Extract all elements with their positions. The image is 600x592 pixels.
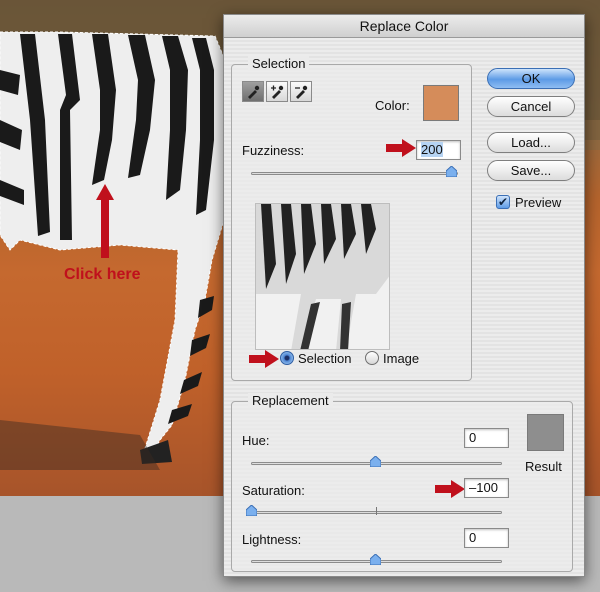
fuzziness-value: 200 bbox=[421, 142, 443, 157]
cancel-button[interactable]: Cancel bbox=[487, 96, 575, 117]
dialog-title: Replace Color bbox=[359, 18, 449, 34]
color-label: Color: bbox=[375, 98, 410, 113]
saturation-slider-thumb[interactable] bbox=[246, 505, 257, 516]
fuzziness-slider-thumb[interactable] bbox=[446, 166, 457, 177]
hue-label: Hue: bbox=[242, 433, 270, 448]
replace-color-dialog: Replace Color Selection Color: Fuzziness… bbox=[223, 14, 585, 577]
result-color-swatch bbox=[527, 414, 564, 451]
eyedropper-minus-icon[interactable] bbox=[290, 81, 312, 102]
annotation-click-here: Click here bbox=[64, 266, 141, 283]
preview-mask-illustration bbox=[256, 204, 389, 349]
saturation-label: Saturation: bbox=[242, 483, 305, 498]
dialog-content: Selection Color: Fuzziness: 200 Selectio… bbox=[224, 38, 584, 576]
arrow-annotation-icon bbox=[435, 480, 465, 498]
lightness-input[interactable]: 0 bbox=[464, 528, 509, 548]
preview-label: Preview bbox=[515, 195, 562, 210]
arrow-annotation-icon bbox=[249, 350, 279, 368]
saturation-slider-center-tick bbox=[376, 507, 377, 515]
replacement-group-title: Replacement bbox=[248, 393, 333, 408]
arrow-annotation-icon bbox=[386, 139, 416, 157]
eyedropper-plus-icon[interactable] bbox=[266, 81, 288, 102]
preview-checkbox[interactable]: ✔ bbox=[496, 195, 510, 209]
result-label: Result bbox=[525, 459, 562, 474]
image-radio[interactable] bbox=[365, 351, 379, 365]
ok-button[interactable]: OK bbox=[487, 68, 575, 89]
lightness-label: Lightness: bbox=[242, 532, 302, 547]
dialog-titlebar[interactable]: Replace Color bbox=[224, 15, 584, 38]
image-radio-label: Image bbox=[383, 351, 420, 366]
selection-preview-image bbox=[255, 203, 390, 350]
fuzziness-slider[interactable] bbox=[251, 172, 458, 175]
fuzziness-label: Fuzziness: bbox=[242, 143, 305, 158]
save-button[interactable]: Save... bbox=[487, 160, 575, 181]
eyedropper-tools bbox=[242, 81, 314, 102]
lightness-slider-thumb[interactable] bbox=[370, 554, 381, 565]
selection-radio[interactable] bbox=[280, 351, 294, 365]
load-button[interactable]: Load... bbox=[487, 132, 575, 153]
hue-input[interactable]: 0 bbox=[464, 428, 509, 448]
selection-color-swatch[interactable] bbox=[423, 85, 459, 121]
eyedropper-icon[interactable] bbox=[242, 81, 264, 102]
saturation-input[interactable]: –100 bbox=[464, 478, 509, 498]
selection-radio-label: Selection bbox=[298, 351, 352, 366]
fuzziness-input[interactable]: 200 bbox=[416, 140, 461, 160]
hue-slider-thumb[interactable] bbox=[370, 456, 381, 467]
selection-group-title: Selection bbox=[248, 56, 310, 71]
